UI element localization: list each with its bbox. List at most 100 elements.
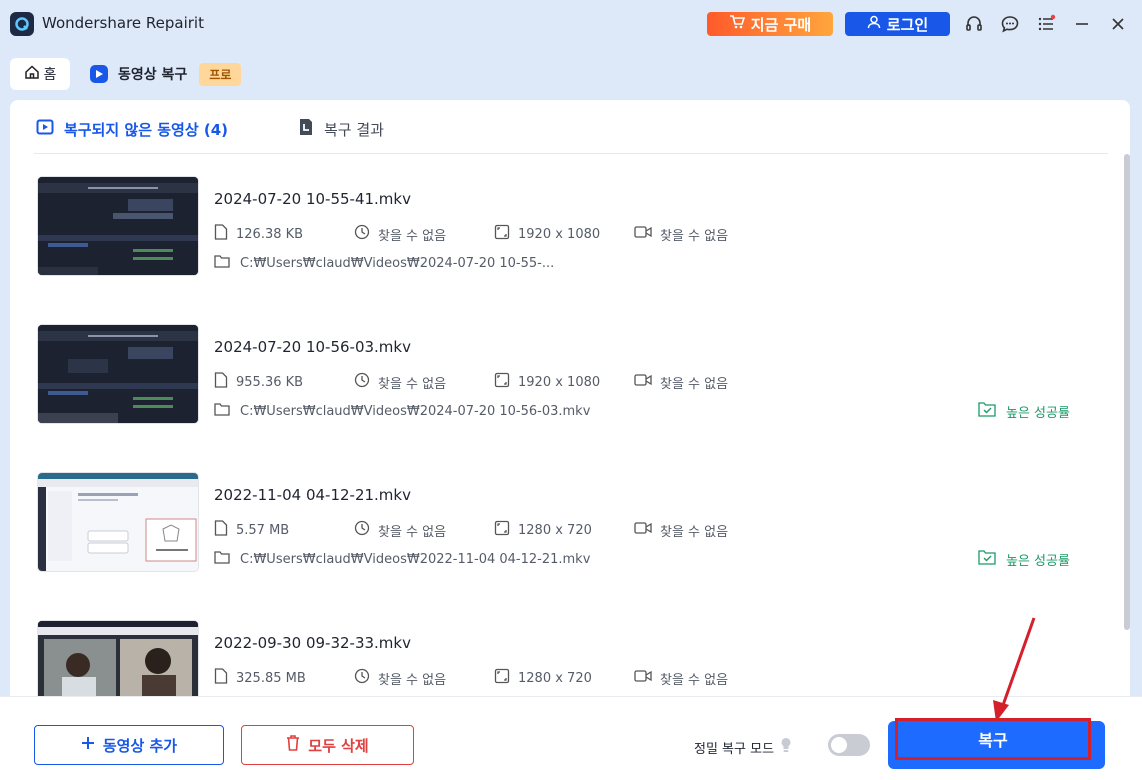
cart-icon	[729, 15, 745, 33]
file-path: C:₩Users₩claud₩Videos₩2022-11-04 04-12-2…	[240, 551, 591, 567]
folder-icon	[214, 254, 230, 272]
camera-icon	[634, 668, 652, 688]
title-bar: Wondershare Repairit 지금 구매 로그인	[0, 0, 1142, 48]
tab-results[interactable]: 복구 결과	[298, 118, 384, 140]
file-codec: 찾을 수 없음	[660, 672, 729, 688]
file-path-row: C:₩Users₩claud₩Videos₩2024-07-20 10-55-.…	[214, 254, 554, 272]
file-icon	[214, 520, 228, 540]
file-duration: 찾을 수 없음	[378, 672, 447, 688]
file-size: 955.36 KB	[236, 374, 304, 390]
trash-icon	[286, 735, 300, 755]
camera-icon	[634, 372, 652, 392]
tab-unrepaired-label: 복구되지 않은 동영상 (4)	[64, 120, 229, 139]
file-name: 2024-07-20 10-55-41.mkv	[214, 190, 411, 208]
duration-cell: 찾을 수 없음	[354, 372, 446, 392]
duration-cell: 찾을 수 없음	[354, 520, 446, 540]
codec-cell: 찾을 수 없음	[634, 372, 728, 392]
plus-icon	[81, 736, 95, 754]
login-label: 로그인	[886, 15, 929, 34]
list-item[interactable]: 2024-07-20 10-55-41.mkv 126.38 KB 찾을 수 없…	[10, 154, 1110, 302]
close-icon[interactable]	[1106, 12, 1130, 36]
resolution-icon	[494, 372, 510, 392]
menu-icon[interactable]	[1034, 12, 1058, 36]
file-size: 5.57 MB	[236, 522, 290, 538]
success-rate: 높은 성공률	[978, 401, 1070, 421]
video-list: 2024-07-20 10-55-41.mkv 126.38 KB 찾을 수 없…	[10, 154, 1120, 696]
clock-icon	[354, 668, 370, 688]
toggle-knob	[831, 737, 847, 753]
file-size: 126.38 KB	[236, 226, 304, 242]
file-duration: 찾을 수 없음	[378, 228, 447, 244]
file-codec: 찾을 수 없음	[660, 376, 729, 392]
size-cell: 126.38 KB	[214, 224, 303, 244]
file-name: 2022-09-30 09-32-33.mkv	[214, 634, 411, 652]
bottom-bar: 동영상 추가 모두 삭제 정밀 복구 모드 복구	[0, 696, 1142, 780]
delete-all-label: 모두 삭제	[308, 736, 369, 755]
list-item[interactable]: 2022-11-04 04-12-21.mkv 5.57 MB 찾을 수 없음 …	[10, 450, 1110, 598]
camera-icon	[634, 224, 652, 244]
precise-mode-toggle[interactable]	[828, 734, 870, 756]
codec-cell: 찾을 수 없음	[634, 668, 728, 688]
chat-icon[interactable]	[998, 12, 1022, 36]
repair-button[interactable]: 복구	[895, 718, 1091, 760]
home-tab[interactable]: 홈	[10, 58, 70, 90]
lightbulb-icon[interactable]	[780, 737, 792, 757]
file-icon	[214, 372, 228, 392]
file-path: C:₩Users₩claud₩Videos₩2024-07-20 10-56-0…	[240, 403, 591, 419]
video-thumbnail	[38, 177, 198, 275]
duration-cell: 찾을 수 없음	[354, 668, 446, 688]
precise-mode-label: 정밀 복구 모드	[694, 741, 775, 757]
breadcrumb: 동영상 복구 프로	[90, 62, 242, 86]
camera-icon	[634, 520, 652, 540]
codec-cell: 찾을 수 없음	[634, 224, 728, 244]
video-thumbnail	[38, 473, 198, 571]
clock-icon	[354, 520, 370, 540]
file-resolution: 1280 x 720	[518, 522, 592, 538]
app-title: Wondershare Repairit	[42, 14, 204, 32]
file-resolution: 1280 x 720	[518, 670, 592, 686]
tab-results-label: 복구 결과	[324, 120, 384, 139]
resolution-cell: 1920 x 1080	[494, 224, 600, 244]
section-title: 동영상 복구	[118, 67, 188, 83]
login-button[interactable]: 로그인	[845, 12, 950, 36]
delete-all-button[interactable]: 모두 삭제	[241, 725, 414, 765]
list-item[interactable]: 2024-07-20 10-56-03.mkv 955.36 KB 찾을 수 없…	[10, 302, 1110, 450]
minimize-icon[interactable]	[1070, 12, 1094, 36]
check-folder-icon	[978, 401, 996, 421]
list-item[interactable]: 2022-09-30 09-32-33.mkv 325.85 MB 찾을 수 없…	[10, 598, 1110, 696]
success-rate: 높은 성공률	[978, 549, 1070, 569]
clock-icon	[354, 372, 370, 392]
buy-now-button[interactable]: 지금 구매	[707, 12, 833, 36]
tab-bar: 복구되지 않은 동영상 (4) 복구 결과	[34, 100, 1108, 154]
video-thumbnail	[38, 621, 198, 696]
size-cell: 5.57 MB	[214, 520, 289, 540]
buy-now-label: 지금 구매	[750, 15, 812, 34]
tab-unrepaired[interactable]: 복구되지 않은 동영상 (4)	[36, 118, 228, 140]
resolution-cell: 1920 x 1080	[494, 372, 600, 392]
file-codec: 찾을 수 없음	[660, 524, 729, 540]
clock-icon	[354, 224, 370, 244]
duration-cell: 찾을 수 없음	[354, 224, 446, 244]
file-icon	[214, 224, 228, 244]
file-size: 325.85 MB	[236, 670, 306, 686]
file-path-row: C:₩Users₩claud₩Videos₩2024-07-20 10-56-0…	[214, 402, 590, 420]
file-path-row: C:₩Users₩claud₩Videos₩2022-11-04 04-12-2…	[214, 550, 590, 568]
file-name: 2024-07-20 10-56-03.mkv	[214, 338, 411, 356]
list-scrollbar[interactable]	[1124, 154, 1130, 630]
file-duration: 찾을 수 없음	[378, 376, 447, 392]
add-video-label: 동영상 추가	[102, 736, 178, 755]
user-icon	[867, 15, 881, 33]
codec-cell: 찾을 수 없음	[634, 520, 728, 540]
main-panel: 복구되지 않은 동영상 (4) 복구 결과 2024-07-20 10-55-4…	[10, 100, 1130, 696]
home-label: 홈	[43, 67, 57, 83]
file-name: 2022-11-04 04-12-21.mkv	[214, 486, 411, 504]
home-icon	[24, 64, 40, 84]
add-video-button[interactable]: 동영상 추가	[34, 725, 224, 765]
pro-badge: 프로	[199, 62, 242, 86]
headset-icon[interactable]	[962, 12, 986, 36]
resolution-icon	[494, 668, 510, 688]
success-label: 높은 성공률	[1006, 405, 1070, 421]
file-resolution: 1920 x 1080	[518, 226, 601, 242]
folder-icon	[214, 402, 230, 420]
resolution-icon	[494, 224, 510, 244]
